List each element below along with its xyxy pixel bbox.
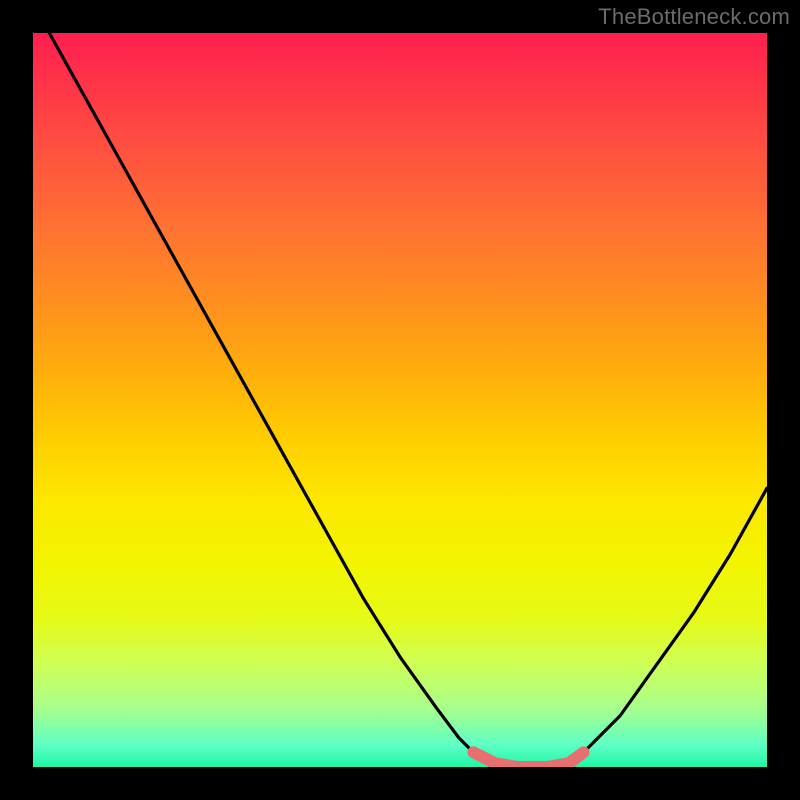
plot-gradient-background	[33, 33, 767, 767]
chart-container: TheBottleneck.com	[0, 0, 800, 800]
watermark-text: TheBottleneck.com	[598, 4, 790, 30]
